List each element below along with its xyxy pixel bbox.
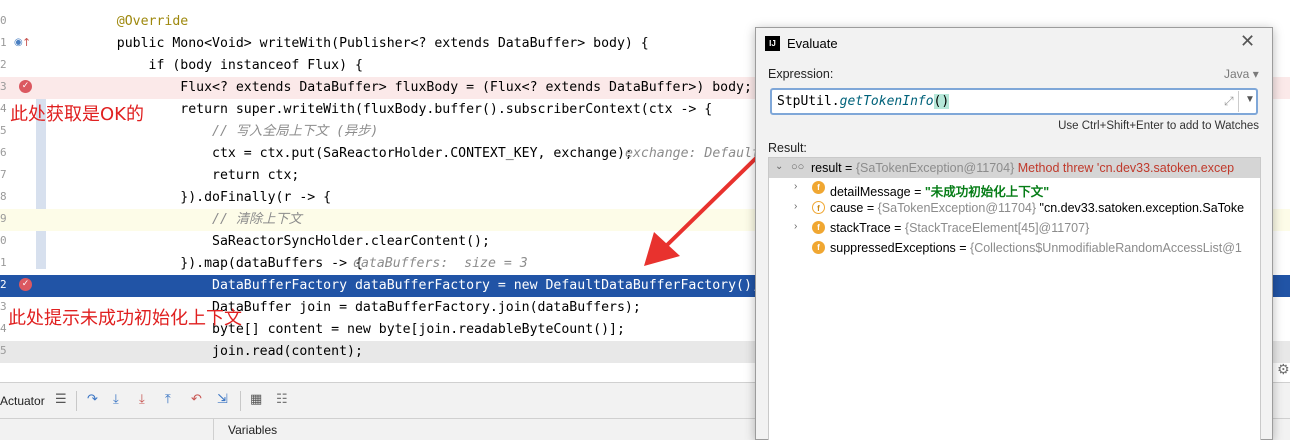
evaluate-dialog: IJ Evaluate ✕ Expression: Java ▾ StpUtil… (755, 27, 1273, 440)
evaluate-expression-icon[interactable]: ▦ (250, 392, 262, 408)
line-number: 5 (0, 344, 7, 357)
tree-row[interactable]: › f detailMessage = "未成功初始化上下文" (769, 178, 1260, 199)
variables-tab[interactable]: Variables (213, 419, 413, 440)
tree-row-content: stackTrace = {StackTraceElement[45]@1170… (830, 221, 1090, 235)
result-label: Result: (768, 141, 807, 155)
history-dropdown-icon[interactable]: ▼ (1245, 94, 1255, 105)
step-out-icon[interactable]: ⤒ (165, 392, 171, 408)
code-text: Flux<? extends DataBuffer> fluxBody = (F… (85, 80, 752, 95)
toolbar-divider (76, 391, 77, 411)
line-number: 1 (0, 36, 7, 49)
expression-text: StpUtil.getTokenInfo() (777, 94, 950, 109)
chevron-right-icon[interactable]: › (794, 181, 797, 192)
annotation-ok-note: 此处获取是OK的 (10, 104, 144, 125)
expression-parens: () (933, 94, 950, 109)
run-to-cursor-icon[interactable]: ⇲ (217, 392, 228, 408)
tree-row-content: suppressedExceptions = {Collections$Unmo… (830, 241, 1242, 255)
line-number: 0 (0, 14, 7, 27)
language-label: Java (1224, 67, 1250, 81)
expression-method: getTokenInfo (839, 94, 934, 109)
step-into-icon[interactable]: ⤓ (113, 392, 119, 408)
tree-row[interactable]: f suppressedExceptions = {Collections$Un… (769, 238, 1260, 258)
chevron-right-icon[interactable]: › (794, 201, 797, 212)
expression-prefix: StpUtil. (777, 94, 840, 109)
line-number: 6 (0, 146, 7, 159)
code-text: @Override (85, 14, 189, 29)
line-number: 3 (0, 80, 7, 93)
line-number: 7 (0, 168, 7, 181)
tree-row-content: result = {SaTokenException@11704} Method… (811, 161, 1235, 175)
code-text: }).map(dataBuffers -> { (85, 256, 363, 271)
close-icon[interactable]: ✕ (1240, 31, 1255, 52)
line-number: 2 (0, 58, 7, 71)
expression-label: Expression: (768, 67, 834, 81)
language-selector[interactable]: Java ▾ (1224, 67, 1259, 81)
tree-row-result[interactable]: ⌄ ○○ result = {SaTokenException@11704} M… (769, 158, 1260, 178)
expand-icon[interactable]: ⤢ (1224, 94, 1234, 109)
breakpoint-icon[interactable]: ✓ (19, 278, 32, 291)
breakpoint-icon[interactable]: ✓ (19, 80, 32, 93)
watch-glasses-icon: ○○ (791, 161, 805, 173)
field-icon: f (812, 221, 825, 234)
field-icon: f (812, 201, 825, 214)
code-comment: // 清除上下文 (85, 212, 302, 227)
menu-icon[interactable]: ☰ (55, 392, 67, 408)
field-icon: f (812, 241, 825, 254)
code-text: DataBufferFactory dataBufferFactory = ne… (85, 278, 760, 293)
trace-icon[interactable]: ☷ (276, 392, 288, 408)
tree-row-content: cause = {SaTokenException@11704} "cn.dev… (830, 201, 1245, 215)
line-number: 9 (0, 212, 7, 225)
chevron-right-icon[interactable]: › (794, 221, 797, 232)
actuator-tab-label[interactable]: Actuator (0, 394, 45, 408)
code-text: return super.writeWith(fluxBody.buffer()… (85, 102, 713, 117)
line-number: 2 (0, 278, 7, 291)
chevron-down-icon[interactable]: ⌄ (775, 161, 783, 172)
inline-debug-hint: dataBuffers: size = 3 (353, 256, 528, 271)
code-text: return ctx; (85, 168, 300, 183)
code-text: SaReactorSyncHolder.clearContent(); (85, 234, 490, 249)
intellij-logo-icon: IJ (765, 36, 780, 51)
code-text: public Mono<Void> writeWith(Publisher<? … (85, 36, 649, 51)
line-number: 0 (0, 234, 7, 247)
annotation-fail-note: 此处提示未成功初始化上下文 (8, 308, 242, 329)
toolbar-divider (240, 391, 241, 411)
code-text: if (body instanceof Flux) { (85, 58, 363, 73)
code-text: ctx = ctx.put(SaReactorHolder.CONTEXT_KE… (85, 146, 633, 161)
tree-row[interactable]: › f cause = {SaTokenException@11704} "cn… (769, 198, 1260, 218)
inline-debug-hint: exchange: Default (625, 146, 760, 161)
result-tree[interactable]: ⌄ ○○ result = {SaTokenException@11704} M… (768, 157, 1261, 440)
dropdown-divider (1238, 91, 1239, 112)
code-text: }).doFinally(r -> { (85, 190, 332, 205)
code-text: join.read(content); (85, 344, 363, 359)
expression-input[interactable]: StpUtil.getTokenInfo() ⤢ ▼ (770, 88, 1258, 115)
chevron-down-icon: ▾ (1252, 67, 1259, 81)
dialog-title: Evaluate (787, 36, 838, 51)
line-number: 1 (0, 256, 7, 269)
field-icon: f (812, 181, 825, 194)
force-step-into-icon[interactable]: ⤓ (139, 392, 145, 408)
gear-icon[interactable]: ⚙ (1277, 362, 1290, 378)
implements-arrow-icon[interactable]: ↑ (22, 35, 31, 51)
step-over-icon[interactable]: ↷ (87, 392, 98, 408)
tree-row[interactable]: › f stackTrace = {StackTraceElement[45]@… (769, 218, 1260, 238)
watches-hint: Use Ctrl+Shift+Enter to add to Watches (1058, 120, 1259, 132)
line-number: 8 (0, 190, 7, 203)
drop-frame-icon[interactable]: ↶ (191, 392, 202, 408)
